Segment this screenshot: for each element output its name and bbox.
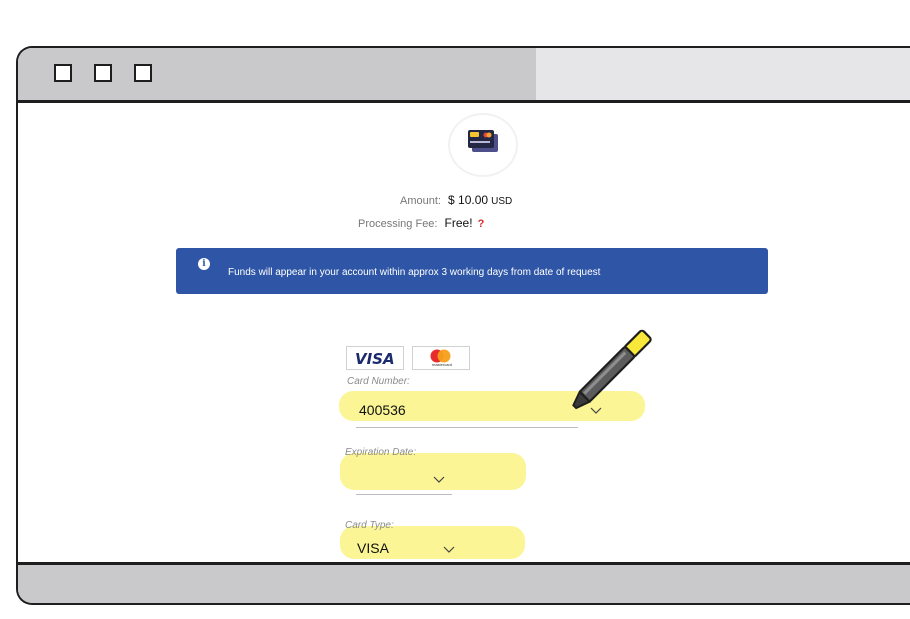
- chevron-down-icon: [443, 546, 455, 553]
- status-bar: [18, 562, 910, 603]
- window-button-3[interactable]: [134, 64, 152, 82]
- banner-message: Funds will appear in your account within…: [228, 267, 601, 278]
- card-number-label: Card Number:: [347, 376, 410, 387]
- card-type-value: VISA: [357, 540, 389, 556]
- credit-card-icon: [468, 130, 498, 152]
- window-button-1[interactable]: [54, 64, 72, 82]
- card-number-value: 400536: [359, 402, 406, 418]
- card-type-select[interactable]: VISA: [347, 536, 477, 560]
- chevron-down-icon: [433, 476, 445, 483]
- mastercard-logo: mastercard: [412, 346, 470, 370]
- fee-help-icon[interactable]: ?: [478, 218, 485, 230]
- mastercard-text: mastercard: [432, 362, 453, 367]
- info-icon: i: [198, 258, 210, 270]
- card-number-underline: [356, 427, 578, 428]
- expiration-label: Expiration Date:: [345, 447, 417, 458]
- fee-label: Processing Fee:: [358, 218, 438, 230]
- highlighter-marker-icon: [572, 329, 652, 410]
- card-type-label: Card Type:: [345, 520, 394, 531]
- window-button-2[interactable]: [94, 64, 112, 82]
- title-bar: [18, 48, 910, 103]
- expiration-underline: [356, 494, 452, 495]
- fee-value: Free!: [444, 216, 473, 230]
- amount-value: $ 10.00: [448, 193, 489, 207]
- empty-tab-area: [536, 48, 910, 100]
- fee-row: Processing Fee: Free! ?: [358, 216, 484, 230]
- visa-logo-text: VISA: [355, 350, 395, 368]
- visa-logo: VISA: [346, 346, 404, 370]
- amount-currency: USD: [491, 196, 513, 207]
- browser-window: Amount: $ 10.00 USD Processing Fee: Free…: [16, 46, 910, 605]
- expiration-select[interactable]: [347, 466, 457, 490]
- info-banner: i Funds will appear in your account with…: [176, 248, 768, 294]
- amount-row: Amount: $ 10.00 USD: [400, 193, 512, 207]
- amount-label: Amount:: [400, 195, 441, 207]
- credit-card-icon-container: [448, 113, 518, 177]
